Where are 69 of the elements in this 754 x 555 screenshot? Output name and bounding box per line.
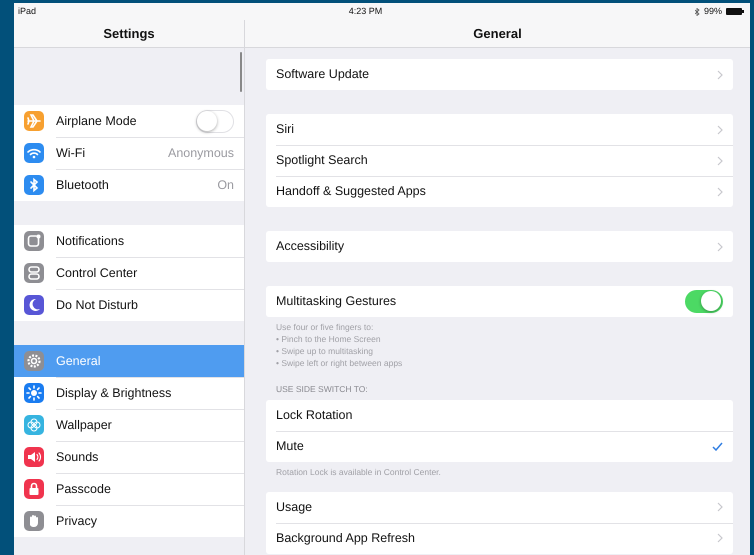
item-value: On bbox=[217, 176, 234, 194]
chevron-icon bbox=[717, 533, 723, 544]
row-label: Accessibility bbox=[276, 238, 344, 256]
settings-row[interactable]: Lock Rotation bbox=[266, 400, 733, 431]
row-label: Handoff & Suggested Apps bbox=[276, 183, 426, 200]
sidebar-item[interactable]: Do Not Disturb bbox=[14, 289, 244, 321]
item-label: Airplane Mode bbox=[56, 112, 137, 130]
item-label: Display & Brightness bbox=[56, 384, 172, 402]
item-label: Notifications bbox=[56, 232, 124, 250]
footnote-line: • Pinch to the Home Screen bbox=[276, 333, 382, 345]
item-label: General bbox=[56, 352, 100, 370]
row-label: Background App Refresh bbox=[276, 530, 415, 547]
sidebar-item[interactable]: Sounds bbox=[14, 441, 244, 473]
item-label: Sounds bbox=[56, 448, 98, 466]
settings-row[interactable]: Handoff & Suggested Apps bbox=[266, 176, 733, 207]
footnote-line: • Swipe up to multitasking bbox=[276, 345, 374, 357]
item-value: Anonymous bbox=[168, 144, 234, 162]
row-label: Mute bbox=[276, 438, 304, 455]
row-label: Usage bbox=[276, 498, 312, 516]
settings-row[interactable]: Multitasking Gestures bbox=[266, 286, 733, 317]
footnote-line: • Swipe left or right between apps bbox=[276, 357, 404, 369]
chevron-icon bbox=[717, 186, 723, 196]
settings-row[interactable]: Accessibility bbox=[266, 231, 733, 262]
footnote-line: Rotation Lock is available in Control Center. bbox=[276, 466, 442, 478]
toggle-switch[interactable] bbox=[685, 290, 723, 313]
settings-row[interactable]: Spotlight Search bbox=[266, 145, 733, 176]
row-label: Multitasking Gestures bbox=[276, 293, 396, 310]
battery-icon bbox=[726, 8, 744, 15]
settings-row[interactable]: Mute bbox=[266, 430, 733, 462]
chevron-icon bbox=[717, 124, 723, 134]
footnote-line: Use four or five fingers to: bbox=[276, 321, 374, 333]
sidebar-item[interactable]: Airplane Mode bbox=[14, 105, 244, 137]
chevron-icon bbox=[717, 70, 723, 80]
sidebar-item[interactable]: Display & Brightness bbox=[14, 377, 244, 409]
chevron-icon bbox=[717, 242, 723, 252]
row-label: Lock Rotation bbox=[276, 406, 352, 424]
row-label: Software Update bbox=[276, 66, 370, 84]
section-header: USE SIDE SWITCH TO: bbox=[275, 383, 369, 396]
toggle-switch[interactable] bbox=[196, 110, 234, 132]
row-label: Spotlight Search bbox=[276, 152, 368, 170]
item-label: Privacy bbox=[56, 512, 97, 530]
item-label: Bluetooth bbox=[56, 176, 109, 194]
sidebar-item[interactable]: Wallpaper bbox=[14, 409, 244, 441]
item-label: Do Not Disturb bbox=[56, 296, 138, 314]
item-label: Wallpaper bbox=[56, 416, 112, 434]
sidebar-item[interactable]: Notifications bbox=[14, 225, 244, 257]
settings-row[interactable]: Background App Refresh bbox=[266, 522, 733, 554]
row-label: Siri bbox=[276, 121, 294, 138]
item-label: Passcode bbox=[56, 480, 111, 498]
settings-row[interactable]: Software Update bbox=[266, 59, 733, 90]
checkmark-icon bbox=[712, 442, 723, 451]
sidebar-title: Settings bbox=[103, 24, 155, 43]
settings-row[interactable]: Usage bbox=[266, 492, 733, 523]
sidebar-item[interactable]: Bluetooth On bbox=[14, 169, 244, 201]
sidebar-item[interactable]: Privacy bbox=[14, 505, 244, 537]
sidebar-item[interactable]: Control Center bbox=[14, 257, 244, 289]
scroll-indicator bbox=[240, 52, 242, 92]
chevron-icon bbox=[717, 156, 723, 166]
device-label: iPad bbox=[18, 4, 36, 18]
item-label: Wi-Fi bbox=[56, 144, 86, 162]
chevron-icon bbox=[717, 502, 723, 512]
battery-label: 99% bbox=[704, 4, 722, 18]
settings-row[interactable]: Siri bbox=[266, 114, 733, 145]
time-label: 4:23 PM bbox=[348, 4, 382, 18]
sidebar-item[interactable]: Passcode bbox=[14, 473, 244, 505]
page-title: General bbox=[473, 24, 522, 43]
sidebar-item[interactable]: Wi-Fi Anonymous bbox=[14, 137, 244, 169]
bluetooth-icon bbox=[694, 8, 700, 16]
item-label: Control Center bbox=[56, 264, 138, 282]
